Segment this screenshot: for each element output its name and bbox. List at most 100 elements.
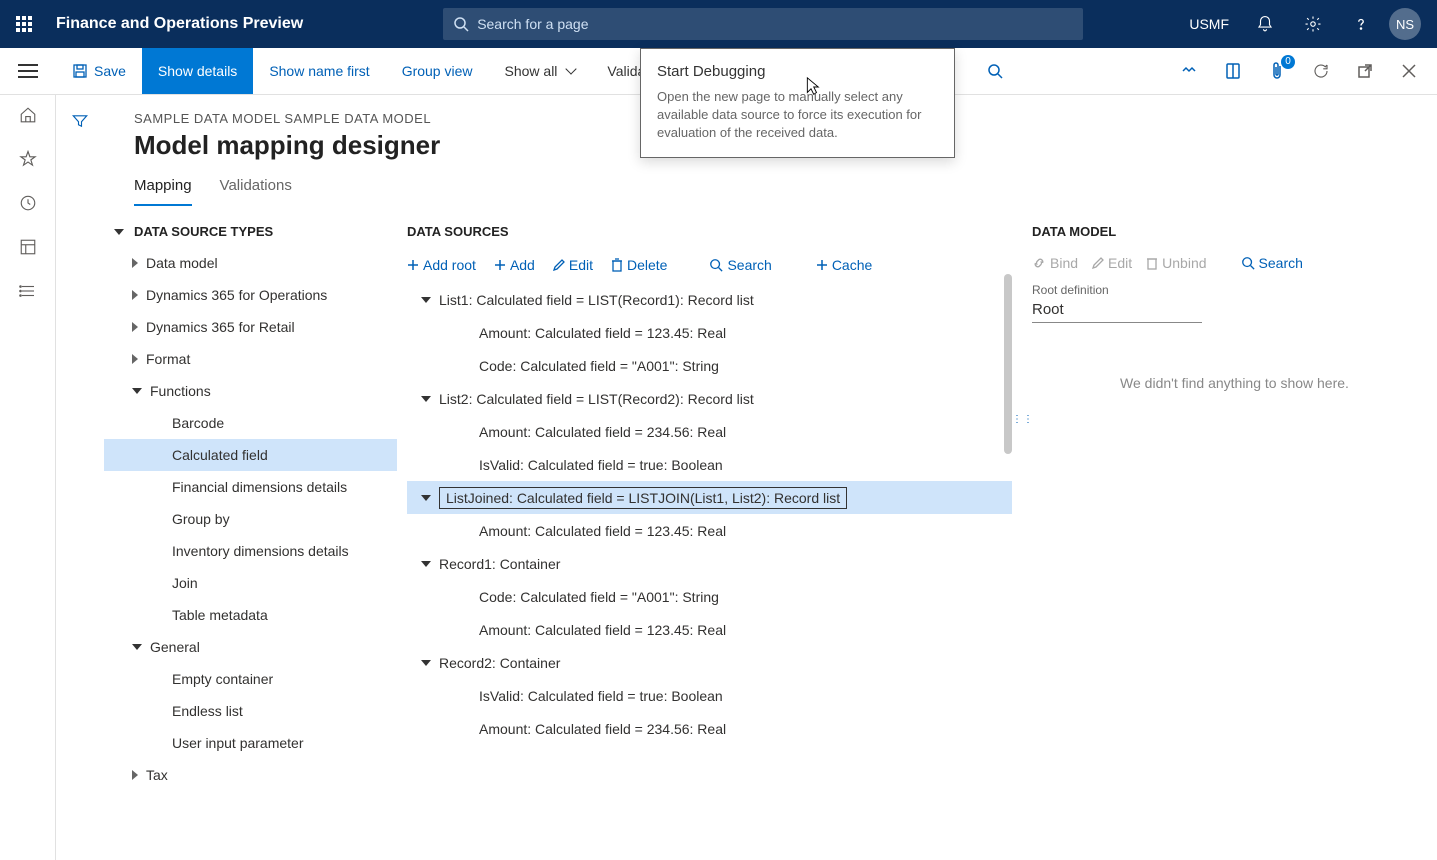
- edit-button[interactable]: Edit: [553, 257, 593, 273]
- attach-icon[interactable]: 0: [1257, 51, 1297, 91]
- tab-mapping[interactable]: Mapping: [134, 177, 192, 206]
- data-model-header: DATA MODEL: [1032, 214, 1437, 247]
- tree-item[interactable]: Functions: [104, 375, 397, 407]
- ds-tree-item[interactable]: IsValid: Calculated field = true: Boolea…: [407, 448, 1012, 481]
- tree-item[interactable]: Format: [104, 343, 397, 375]
- cache-button[interactable]: Cache: [816, 257, 872, 273]
- tree-label: Tax: [146, 767, 168, 783]
- company-label[interactable]: USMF: [1189, 16, 1237, 32]
- scrollbar[interactable]: [1004, 274, 1012, 774]
- filter-icon[interactable]: [70, 111, 90, 131]
- tree-item[interactable]: Table metadata: [104, 599, 397, 631]
- collapse-icon[interactable]: [132, 388, 142, 394]
- ds-tree-item[interactable]: Amount: Calculated field = 234.56: Real: [407, 415, 1012, 448]
- expand-icon[interactable]: [132, 770, 138, 780]
- root-definition-label: Root definition: [1032, 283, 1437, 297]
- collapse-icon[interactable]: [421, 495, 431, 501]
- ds-tree-label: Amount: Calculated field = 123.45: Real: [479, 523, 726, 539]
- collapse-icon[interactable]: [421, 561, 431, 567]
- modules-icon[interactable]: [18, 281, 38, 301]
- add-button[interactable]: Add: [494, 257, 535, 273]
- spacer: [152, 738, 164, 748]
- bind-button[interactable]: Bind: [1032, 255, 1078, 271]
- ds-tree-item[interactable]: Code: Calculated field = "A001": String: [407, 349, 1012, 382]
- cmdbar-search-icon[interactable]: [971, 48, 1019, 94]
- tree-label: Data model: [146, 255, 218, 271]
- spacer: [152, 578, 164, 588]
- dm-search-button[interactable]: Search: [1241, 255, 1303, 271]
- data-source-types-header[interactable]: DATA SOURCE TYPES: [104, 214, 397, 247]
- ds-tree-item[interactable]: Record2: Container: [407, 646, 1012, 679]
- app-launcher-icon[interactable]: [0, 0, 48, 48]
- star-icon[interactable]: [18, 149, 38, 169]
- tree-item[interactable]: General: [104, 631, 397, 663]
- ds-tree-item[interactable]: Code: Calculated field = "A001": String: [407, 580, 1012, 613]
- collapse-icon[interactable]: [132, 644, 142, 650]
- workspace-icon[interactable]: [18, 237, 38, 257]
- tree-item[interactable]: Group by: [104, 503, 397, 535]
- tree-item[interactable]: Empty container: [104, 663, 397, 695]
- popout-icon[interactable]: [1345, 51, 1385, 91]
- show-details-button[interactable]: Show details: [142, 48, 253, 94]
- save-button[interactable]: Save: [56, 48, 142, 94]
- chevron-down-icon: [566, 63, 577, 74]
- spacer: [459, 328, 471, 338]
- ds-tree-item[interactable]: Amount: Calculated field = 123.45: Real: [407, 613, 1012, 646]
- group-view-button[interactable]: Group view: [386, 48, 489, 94]
- dm-edit-button[interactable]: Edit: [1092, 255, 1132, 271]
- hamburger-icon[interactable]: [0, 48, 56, 94]
- search-input[interactable]: Search for a page: [443, 8, 1083, 40]
- expand-icon[interactable]: [132, 322, 138, 332]
- expand-icon[interactable]: [132, 258, 138, 268]
- gear-icon[interactable]: [1293, 4, 1333, 44]
- tree-item[interactable]: Dynamics 365 for Retail: [104, 311, 397, 343]
- page-options-icon[interactable]: [1213, 51, 1253, 91]
- personalize-icon[interactable]: [1169, 51, 1209, 91]
- close-icon[interactable]: [1389, 51, 1429, 91]
- tree-item[interactable]: Endless list: [104, 695, 397, 727]
- collapse-icon[interactable]: [421, 297, 431, 303]
- expand-icon[interactable]: [132, 354, 138, 364]
- ds-tree-item[interactable]: IsValid: Calculated field = true: Boolea…: [407, 679, 1012, 712]
- tree-item[interactable]: Tax: [104, 759, 397, 791]
- ds-tree-item[interactable]: Amount: Calculated field = 123.45: Real: [407, 514, 1012, 547]
- resize-grip-icon[interactable]: ⋮⋮: [1012, 414, 1034, 425]
- bell-icon[interactable]: [1245, 4, 1285, 44]
- add-root-button[interactable]: Add root: [407, 257, 476, 273]
- ds-tree-label: Amount: Calculated field = 234.56: Real: [479, 424, 726, 440]
- ds-tree-item[interactable]: ListJoined: Calculated field = LISTJOIN(…: [407, 481, 1012, 514]
- root-definition-value[interactable]: Root: [1032, 297, 1202, 323]
- ds-tree-item[interactable]: Amount: Calculated field = 123.45: Real: [407, 316, 1012, 349]
- unbind-button[interactable]: Unbind: [1146, 255, 1206, 271]
- tree-label: Barcode: [172, 415, 224, 431]
- tab-validations[interactable]: Validations: [220, 177, 292, 206]
- ds-tree-label: List1: Calculated field = LIST(Record1):…: [439, 292, 754, 308]
- tree-item[interactable]: Dynamics 365 for Operations: [104, 279, 397, 311]
- avatar[interactable]: NS: [1389, 8, 1421, 40]
- delete-button[interactable]: Delete: [611, 257, 667, 273]
- tree-item[interactable]: Barcode: [104, 407, 397, 439]
- tree-item[interactable]: Calculated field: [104, 439, 397, 471]
- show-all-button[interactable]: Show all: [489, 48, 592, 94]
- expand-icon[interactable]: [132, 290, 138, 300]
- refresh-icon[interactable]: [1301, 51, 1341, 91]
- tree-label: Dynamics 365 for Operations: [146, 287, 327, 303]
- help-icon[interactable]: [1341, 4, 1381, 44]
- tree-label: Inventory dimensions details: [172, 543, 349, 559]
- tree-item[interactable]: Inventory dimensions details: [104, 535, 397, 567]
- collapse-icon[interactable]: [421, 660, 431, 666]
- ds-tree-item[interactable]: Record1: Container: [407, 547, 1012, 580]
- tree-item[interactable]: Join: [104, 567, 397, 599]
- ds-tree-item[interactable]: List1: Calculated field = LIST(Record1):…: [407, 283, 1012, 316]
- collapse-icon[interactable]: [421, 396, 431, 402]
- home-icon[interactable]: [18, 105, 38, 125]
- tree-label: Functions: [150, 383, 211, 399]
- tree-item[interactable]: User input parameter: [104, 727, 397, 759]
- tree-item[interactable]: Data model: [104, 247, 397, 279]
- clock-icon[interactable]: [18, 193, 38, 213]
- ds-tree-item[interactable]: Amount: Calculated field = 234.56: Real: [407, 712, 1012, 745]
- ds-search-button[interactable]: Search: [709, 257, 771, 273]
- ds-tree-item[interactable]: List2: Calculated field = LIST(Record2):…: [407, 382, 1012, 415]
- show-name-first-button[interactable]: Show name first: [253, 48, 385, 94]
- tree-item[interactable]: Financial dimensions details: [104, 471, 397, 503]
